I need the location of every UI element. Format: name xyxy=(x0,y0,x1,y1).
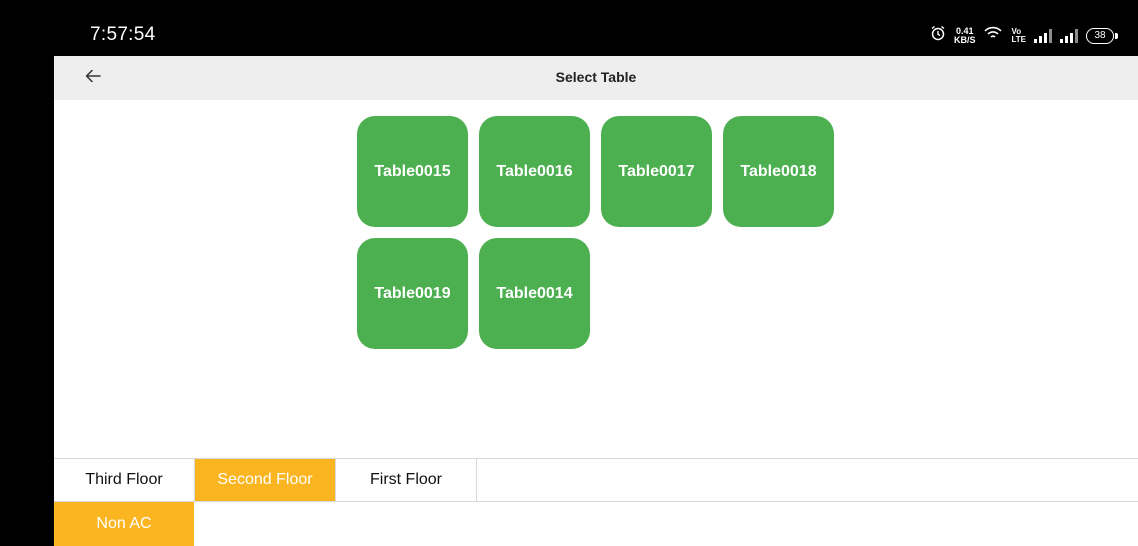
tab-non-ac[interactable]: Non AC xyxy=(54,502,194,546)
wifi-icon xyxy=(983,25,1003,46)
table-label: Table0014 xyxy=(496,284,573,302)
page-title: Select Table xyxy=(555,69,637,85)
status-icons: 0.41 KB/S Vo LTE 38 xyxy=(930,25,1118,46)
tab-third-floor[interactable]: Third Floor xyxy=(54,459,195,501)
table-tile[interactable]: Table0018 xyxy=(723,116,834,227)
volte-icon: Vo LTE xyxy=(1011,27,1026,44)
table-grid: Table0015 Table0016 Table0017 Table0018 … xyxy=(357,116,857,349)
floor-tabs: Third Floor Second Floor First Floor xyxy=(54,458,1138,502)
table-label: Table0015 xyxy=(374,162,451,180)
table-tile[interactable]: Table0017 xyxy=(601,116,712,227)
signal-icon xyxy=(1060,28,1078,43)
signal-icon xyxy=(1034,28,1052,43)
table-tile[interactable]: Table0019 xyxy=(357,238,468,349)
volte-bottom: LTE xyxy=(1011,34,1026,44)
app-bar: Select Table xyxy=(54,56,1138,100)
app-screen: 7:57:54 0.41 KB/S Vo LTE 38 Select Table… xyxy=(54,0,1138,546)
table-tile[interactable]: Table0014 xyxy=(479,238,590,349)
table-tile[interactable]: Table0015 xyxy=(357,116,468,227)
tab-first-floor[interactable]: First Floor xyxy=(336,459,477,501)
status-bar: 7:57:54 0.41 KB/S Vo LTE 38 xyxy=(54,0,1138,56)
table-label: Table0017 xyxy=(618,162,695,180)
status-time: 7:57:54 xyxy=(90,24,156,45)
net-speed: 0.41 KB/S xyxy=(953,26,976,45)
battery-icon: 38 xyxy=(1086,27,1118,44)
table-label: Table0018 xyxy=(740,162,817,180)
table-label: Table0016 xyxy=(496,162,573,180)
alarm-icon xyxy=(930,25,946,46)
section-tabs: Non AC xyxy=(54,502,1138,546)
table-tile[interactable]: Table0016 xyxy=(479,116,590,227)
net-speed-unit: KB/S xyxy=(953,34,976,45)
tab-second-floor[interactable]: Second Floor xyxy=(195,459,336,501)
table-label: Table0019 xyxy=(374,284,451,302)
